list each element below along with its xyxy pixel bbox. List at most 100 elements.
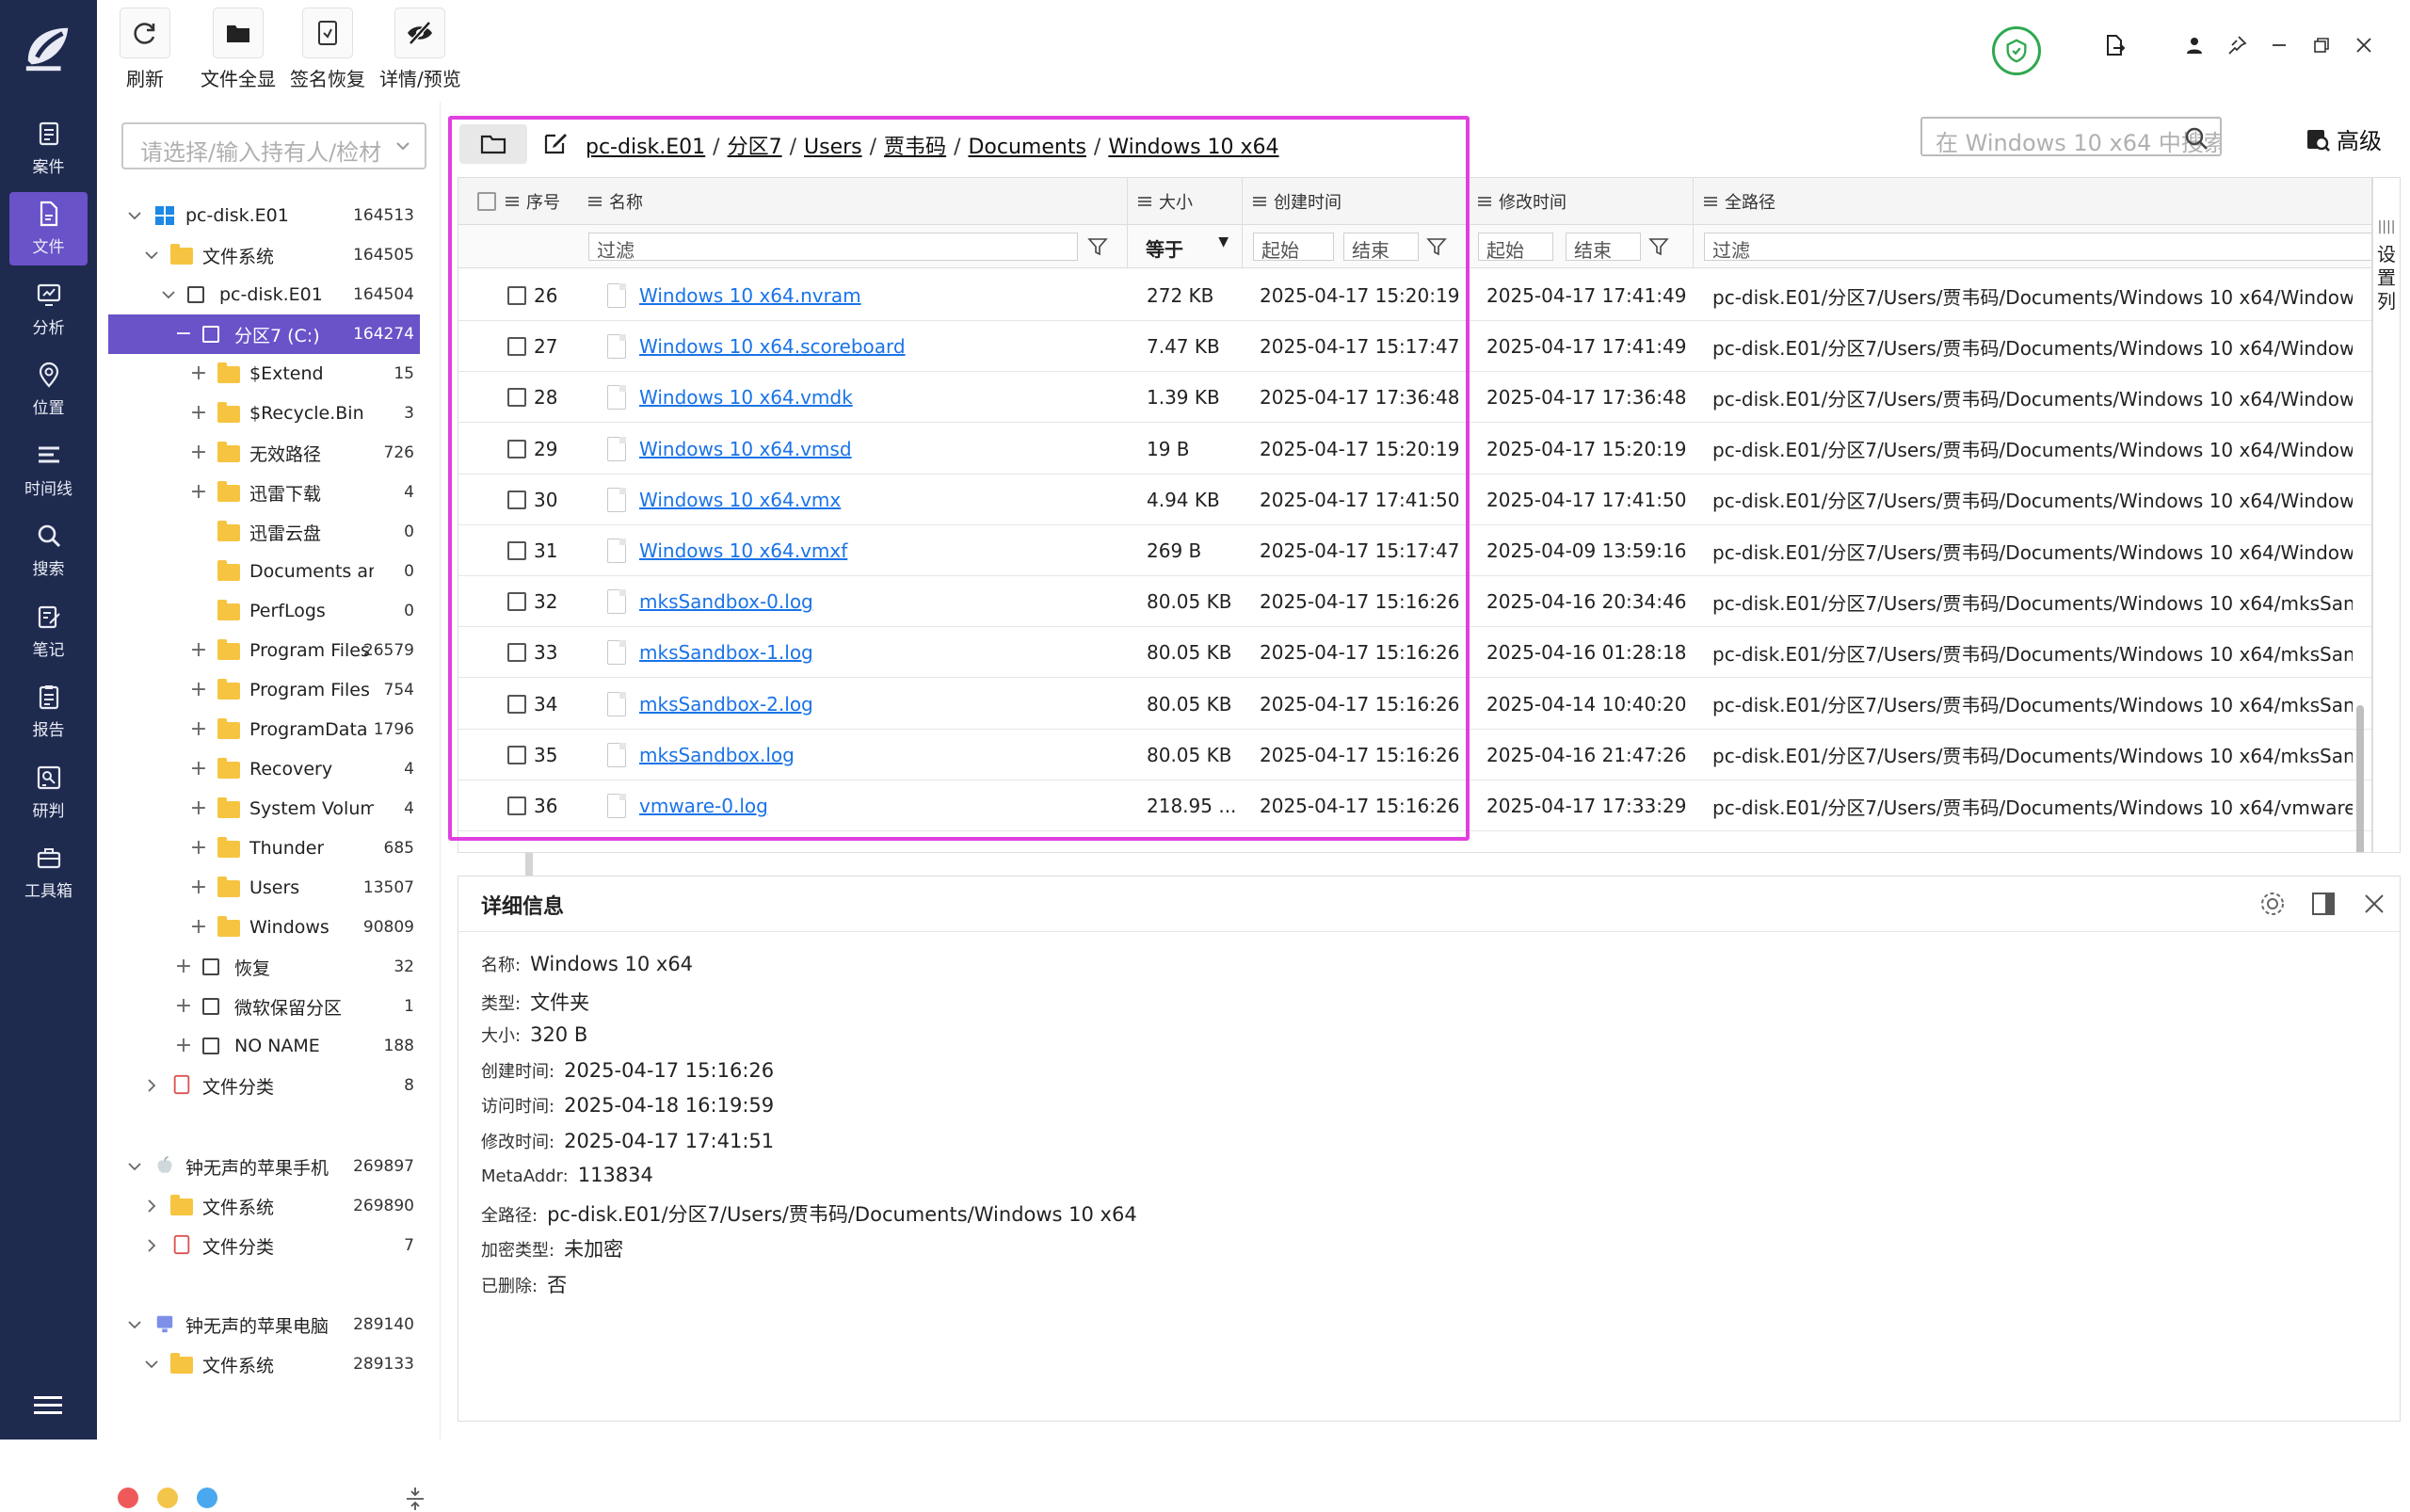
nav-item-timeline[interactable]: 时间线 — [9, 433, 88, 507]
tree-node[interactable]: + Recovery 4 — [97, 749, 420, 789]
expand-icon[interactable]: + — [189, 403, 208, 424]
file-name-link[interactable]: Windows 10 x64.vmxf — [639, 539, 847, 562]
name-filter-input[interactable]: 过滤 — [588, 233, 1078, 262]
collapse-icon[interactable]: − — [174, 324, 193, 345]
column-settings-button[interactable]: |||| 设置列 — [2372, 177, 2401, 853]
tree-node[interactable]: + NO NAME 188 — [97, 1026, 420, 1066]
header-name[interactable]: 名称 — [588, 178, 643, 225]
row-checkbox[interactable] — [507, 796, 526, 815]
nav-item-toolbox[interactable]: 工具箱 — [9, 836, 88, 909]
show-all-files-button[interactable]: 文件全显 — [201, 8, 276, 91]
chevron-down-icon[interactable] — [142, 1355, 161, 1374]
tree-node[interactable]: 钟无声的苹果电脑 289140 — [97, 1305, 420, 1344]
expand-icon[interactable]: + — [174, 1036, 193, 1056]
minimize-button[interactable] — [2262, 28, 2296, 62]
header-size[interactable]: 大小 — [1138, 178, 1193, 225]
tree-node[interactable]: 文件系统 164505 — [97, 235, 420, 275]
created-start-input[interactable]: 起始 — [1253, 233, 1334, 262]
row-checkbox[interactable] — [507, 439, 526, 458]
row-checkbox[interactable] — [507, 388, 526, 408]
expand-icon[interactable]: + — [189, 838, 208, 859]
row-checkbox[interactable] — [507, 694, 526, 714]
expand-icon[interactable]: + — [174, 996, 193, 1017]
select-all-checkbox[interactable] — [477, 178, 504, 225]
tree-node[interactable]: 钟无声的苹果手机 269897 — [97, 1147, 420, 1186]
size-operator-select[interactable]: 等于 ▼ — [1138, 233, 1232, 261]
tree-node[interactable]: + Program Files 26579 — [97, 631, 420, 670]
tree-node[interactable]: Documents and ... 0 — [97, 552, 420, 591]
breadcrumb-segment[interactable]: Windows 10 x64 — [1108, 136, 1278, 159]
nav-item-file[interactable]: 文件 — [9, 191, 88, 265]
breadcrumb-segment[interactable]: 分区7 — [728, 136, 782, 159]
header-modified[interactable]: 修改时间 — [1478, 178, 1566, 225]
chevron-down-icon[interactable] — [125, 1157, 144, 1176]
collapse-all-icon[interactable] — [404, 1486, 426, 1512]
file-name-link[interactable]: mksSandbox.log — [639, 744, 795, 766]
tree-node[interactable]: + Windows 90809 — [97, 908, 420, 947]
close-icon[interactable] — [2360, 890, 2388, 918]
signature-recover-button[interactable]: 签名恢复 — [290, 8, 365, 91]
red-dot-icon[interactable] — [118, 1488, 138, 1508]
table-row[interactable]: 36 vmware-0.log 218.95 ... 2025-04-17 15:16… — [458, 780, 2371, 831]
table-row[interactable]: 33 mksSandbox-1.log 80.05 KB 2025-04-17 15:… — [458, 627, 2371, 679]
filter-icon[interactable] — [1648, 236, 1669, 257]
table-row[interactable]: 27 Windows 10 x64.scoreboard 7.47 KB 2025-0… — [458, 321, 2371, 373]
file-name-link[interactable]: Windows 10 x64.vmsd — [639, 438, 852, 460]
table-row[interactable]: 34 mksSandbox-2.log 80.05 KB 2025-04-17 15:… — [458, 679, 2371, 730]
expand-icon[interactable]: + — [189, 363, 208, 384]
file-name-link[interactable]: vmware-0.log — [639, 795, 768, 817]
filter-icon[interactable] — [1087, 236, 1108, 257]
header-fullpath[interactable]: 全路径 — [1704, 178, 1775, 225]
export-button[interactable] — [2097, 28, 2131, 62]
table-row[interactable]: 32 mksSandbox-0.log 80.05 KB 2025-04-17 15:… — [458, 576, 2371, 628]
search-input[interactable]: 在 Windows 10 x64 中搜索 — [1920, 117, 2222, 156]
tree-node[interactable]: − 分区7 (C:) 164274 — [108, 314, 420, 354]
row-checkbox[interactable] — [507, 286, 526, 305]
row-checkbox[interactable] — [507, 592, 526, 612]
expand-icon[interactable]: + — [189, 442, 208, 463]
tree-node[interactable]: pc-disk.E01 164513 — [97, 196, 420, 235]
breadcrumb-segment[interactable]: 贾韦码 — [884, 136, 946, 159]
user-button[interactable] — [2177, 28, 2211, 62]
modified-start-input[interactable]: 起始 — [1478, 233, 1553, 262]
split-panel-icon[interactable] — [2309, 890, 2338, 918]
expand-icon[interactable]: + — [189, 917, 208, 938]
owner-selector[interactable]: 请选择/输入持有人/检材 — [121, 122, 426, 169]
chevron-down-icon[interactable] — [142, 246, 161, 265]
tree-node[interactable]: 迅雷云盘 0 — [97, 512, 420, 552]
tree-node[interactable]: + 迅雷下载 4 — [97, 473, 420, 512]
filter-icon[interactable] — [1426, 236, 1447, 257]
file-name-link[interactable]: mksSandbox-2.log — [639, 693, 813, 716]
nav-item-search[interactable]: 搜索 — [9, 514, 88, 587]
expand-icon[interactable]: + — [189, 798, 208, 819]
chevron-right-icon[interactable] — [142, 1076, 161, 1095]
edit-path-icon[interactable] — [542, 130, 569, 156]
tree-node[interactable]: + Users 13507 — [97, 868, 420, 908]
pin-button[interactable] — [2220, 28, 2254, 62]
tree-node[interactable]: + System Volume ... 4 — [97, 789, 420, 828]
row-checkbox[interactable] — [507, 337, 526, 357]
row-checkbox[interactable] — [507, 541, 526, 560]
nav-item-note[interactable]: 笔记 — [9, 594, 88, 668]
created-end-input[interactable]: 结束 — [1343, 233, 1419, 262]
tree-node[interactable]: + 恢复 32 — [97, 947, 420, 987]
expand-icon[interactable]: + — [174, 957, 193, 977]
restore-button[interactable] — [2305, 28, 2338, 62]
blue-dot-icon[interactable] — [197, 1488, 217, 1508]
gear-icon[interactable] — [2258, 890, 2287, 918]
file-name-link[interactable]: mksSandbox-0.log — [639, 590, 813, 613]
path-filter-input[interactable]: 过滤 — [1704, 233, 2371, 262]
table-row[interactable]: 30 Windows 10 x64.vmx 4.94 KB 2025-04-17 17… — [458, 475, 2371, 525]
nav-item-judge[interactable]: 研判 — [9, 755, 88, 828]
tree-node[interactable]: 文件分类 8 — [97, 1066, 420, 1105]
chevron-right-icon[interactable] — [142, 1197, 161, 1215]
tree-node[interactable]: 文件系统 289133 — [97, 1344, 420, 1384]
folder-view-button[interactable] — [459, 124, 527, 164]
tree-node[interactable]: 文件分类 7 — [97, 1226, 420, 1265]
close-window-button[interactable] — [2347, 28, 2381, 62]
nav-item-case[interactable]: 案件 — [9, 111, 88, 185]
tree-node[interactable]: pc-disk.E01 164504 — [97, 275, 420, 314]
expand-icon[interactable]: + — [189, 719, 208, 740]
tree-node[interactable]: + Program Files ... 754 — [97, 670, 420, 710]
expand-icon[interactable]: + — [189, 759, 208, 780]
